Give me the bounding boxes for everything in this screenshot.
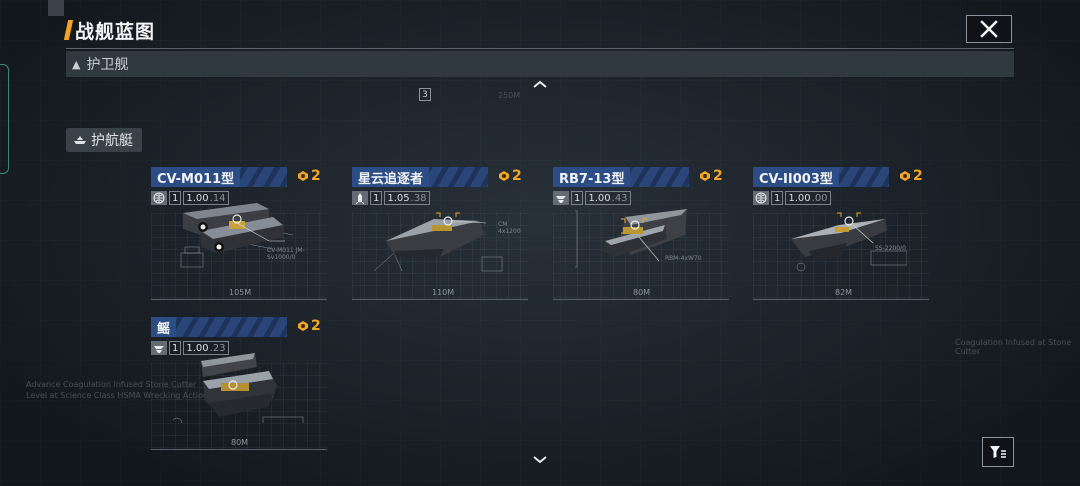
- ship-length: 80M: [633, 288, 651, 297]
- filter-icon: [990, 446, 1006, 458]
- scroll-down-icon[interactable]: [530, 454, 550, 466]
- blueprint-note: CV-M011 JM-Sv1000/0: [267, 247, 305, 261]
- blueprint-note: SS-2200/0: [875, 245, 906, 252]
- ship-length: 80M: [231, 438, 249, 447]
- ship-card[interactable]: CV-II003型 2 1 1.00.00 SS-2200/0 82M: [753, 167, 929, 303]
- ship-card[interactable]: 鳐 2 1 1.00.23 80M: [151, 317, 327, 453]
- ship-length: 82M: [835, 288, 853, 297]
- globe-icon: [151, 191, 167, 205]
- ship-name-plate: 鳐: [151, 317, 287, 337]
- cost-badge: 2: [699, 168, 723, 184]
- ship-model-image: [173, 201, 294, 273]
- command-cost-icon: [499, 171, 509, 181]
- ship-model-image: [575, 209, 687, 268]
- page-title: 战舰蓝图: [75, 20, 156, 43]
- ship-name: 星云追逐者: [358, 171, 424, 187]
- command-cost-icon: [298, 171, 308, 181]
- command-cost-icon: [700, 171, 710, 181]
- ship-name-plate: CV-II003型: [753, 167, 889, 187]
- cost-value: 2: [512, 168, 522, 184]
- ship-name-plate: 星云追逐者: [352, 167, 488, 187]
- category-label: 护卫舰: [86, 57, 129, 73]
- globe-icon: [753, 191, 769, 205]
- filter-button[interactable]: [982, 437, 1014, 467]
- aircraft-icon: [553, 191, 569, 205]
- ship-length: 105M: [229, 288, 252, 297]
- ship-name: CV-II003型: [759, 171, 833, 187]
- background-text: 250M: [498, 91, 521, 100]
- command-cost-icon: [900, 171, 910, 181]
- ship-name-bg: CV-M011型: [151, 167, 241, 187]
- blueprint-note: RBM-4xW70: [665, 255, 702, 262]
- cost-badge: 2: [297, 168, 321, 184]
- ship-name: 鳐: [157, 321, 171, 337]
- ship-length: 110M: [432, 288, 455, 297]
- cost-badge: 2: [899, 168, 923, 184]
- close-icon: [980, 20, 998, 38]
- ship-card[interactable]: CV-M011型 2 1 1.00.14 CV-M011 JM-Sv1000/0…: [151, 167, 327, 303]
- ship-name-plate: RB7-13型: [553, 167, 689, 187]
- ship-card[interactable]: 星云追逐者 2 1 1.05.38 CM 4x1200 110M: [352, 167, 528, 303]
- ship-name: RB7-13型: [559, 171, 625, 187]
- side-drawer-handle[interactable]: [0, 64, 9, 174]
- scroll-up-icon[interactable]: [530, 78, 550, 90]
- ship-name-plate: CV-M011型: [151, 167, 287, 187]
- ship-name-bg: CV-II003型: [753, 167, 839, 187]
- background-badge: 3: [419, 88, 431, 101]
- ship-model-image: [374, 212, 503, 272]
- page-header: 战舰蓝图: [63, 17, 156, 43]
- subcategory-tab-escort-boat[interactable]: 护航艇: [66, 128, 142, 152]
- aircraft-icon: [151, 341, 167, 355]
- ship-name-bg: 鳐: [151, 317, 177, 337]
- collapse-triangle-icon: ▲: [72, 57, 81, 71]
- cost-value: 2: [311, 318, 321, 334]
- ship-name: CV-M011型: [157, 171, 235, 187]
- cost-value: 2: [311, 168, 321, 184]
- missile-icon: [352, 191, 368, 205]
- cost-value: 2: [713, 168, 723, 184]
- ship-model-image: [173, 353, 304, 423]
- ship-name-bg: 星云追逐者: [352, 167, 430, 187]
- ship-name-bg: RB7-13型: [553, 167, 631, 187]
- header-divider: [66, 48, 1014, 49]
- cost-value: 2: [913, 168, 923, 184]
- command-cost-icon: [298, 321, 308, 331]
- category-header-frigate[interactable]: ▲ 护卫舰: [66, 51, 1014, 77]
- cost-badge: 2: [498, 168, 522, 184]
- corner-decoration: [48, 0, 64, 16]
- blueprint-note: CM 4x1200: [498, 221, 521, 235]
- ship-card[interactable]: RB7-13型 2 1 1.00.43 RBM-4xW70 80M: [553, 167, 729, 303]
- title-accent: [63, 20, 74, 40]
- close-button[interactable]: [966, 15, 1012, 43]
- ship-model-image: [791, 212, 907, 272]
- escort-boat-icon: [74, 136, 86, 144]
- background-text: Coagulation Infused at Stone Cutter: [955, 338, 1072, 356]
- cost-badge: 2: [297, 318, 321, 334]
- subcategory-label: 护航艇: [91, 133, 133, 149]
